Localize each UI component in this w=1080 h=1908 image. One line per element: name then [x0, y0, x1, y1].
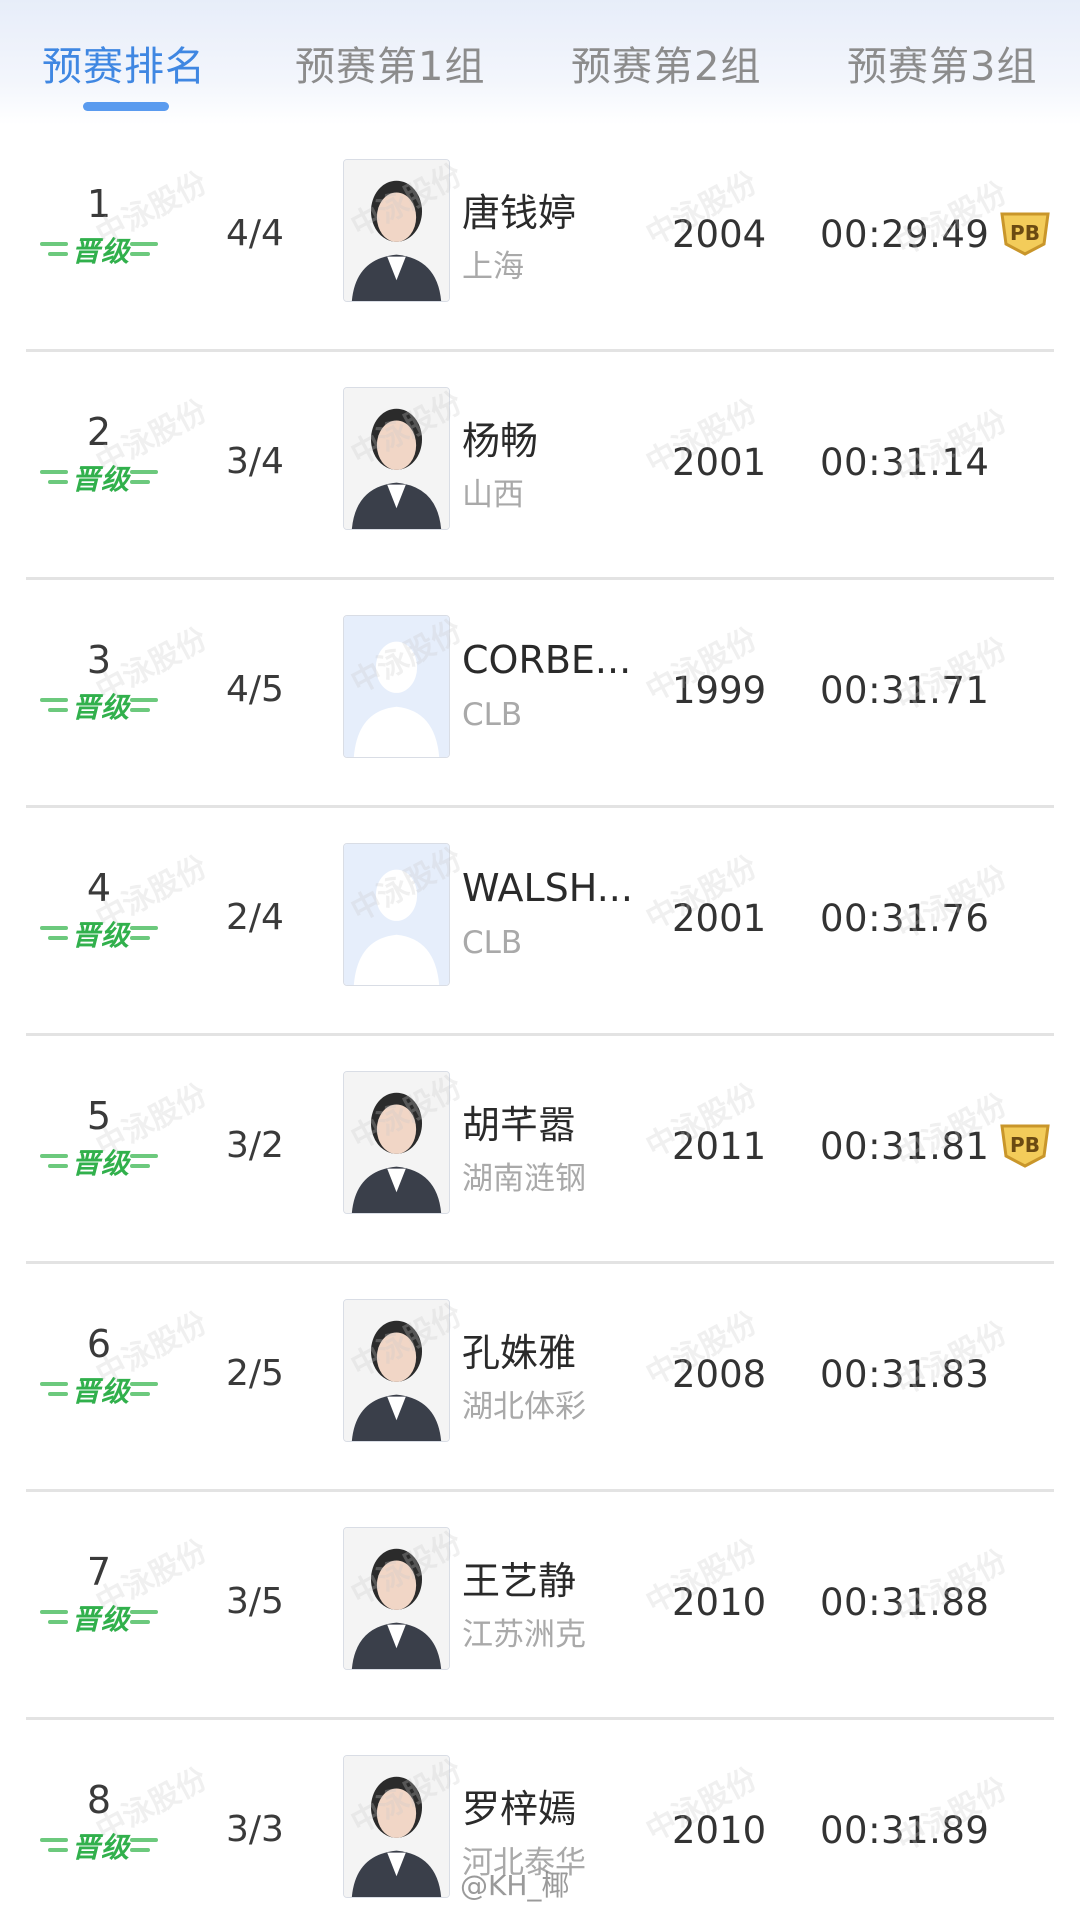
rank-number: 1 — [86, 182, 112, 226]
race-time: 00:31.88 — [820, 1581, 990, 1624]
athlete-photo[interactable] — [343, 1299, 450, 1442]
athlete-team: 湖北体彩 — [462, 1389, 586, 1425]
birth-year: 2004 — [672, 213, 767, 256]
athlete-photo[interactable] — [343, 159, 450, 302]
table-row[interactable]: 7 晋级 3/5 王艺静 江苏洲克 2010 00:31.88 中泳股份 中泳股… — [0, 1492, 1080, 1720]
birth-year: 2001 — [672, 897, 767, 940]
qualified-label: 晋级 — [71, 919, 130, 952]
qualified-label: 晋级 — [71, 1147, 130, 1180]
race-time: 00:29.49 — [820, 213, 990, 256]
athlete-team: CLB — [462, 697, 523, 733]
rank-number: 4 — [86, 866, 112, 910]
table-row[interactable]: 1 晋级 4/4 唐钱婷 上海 2004 00:29.49 PB 中泳股份 中泳… — [0, 124, 1080, 352]
rank-number: 7 — [86, 1550, 112, 1594]
table-row[interactable]: 4 晋级 2/4 WALSH... CLB 2001 00:31.76 中泳股份… — [0, 808, 1080, 1036]
rank-number: 2 — [86, 410, 112, 454]
tab-bar: 预赛排名 预赛第1组 预赛第2组 预赛第3组 — [0, 0, 1080, 125]
athlete-team: 山西 — [462, 477, 524, 513]
race-time: 00:31.14 — [820, 441, 990, 484]
athlete-photo[interactable] — [343, 1755, 450, 1898]
qualified-badge: 晋级 — [40, 686, 158, 728]
birth-year: 2010 — [672, 1809, 767, 1852]
athlete-photo-image — [344, 388, 449, 529]
heat-lane: 2/4 — [226, 897, 284, 938]
tab-prelim-heat-1[interactable]: 预赛第1组 — [295, 34, 485, 92]
qualified-label: 晋级 — [71, 463, 130, 496]
pb-label: PB — [1010, 221, 1040, 245]
qualified-badge: 晋级 — [40, 458, 158, 500]
default-avatar-image — [344, 616, 449, 757]
qualified-badge: 晋级 — [40, 914, 158, 956]
race-time: 00:31.76 — [820, 897, 990, 940]
athlete-team: 江苏洲克 — [462, 1617, 586, 1653]
athlete-name[interactable]: 孔姝雅 — [462, 1322, 632, 1377]
athlete-name[interactable]: WALSH... — [462, 866, 632, 910]
heat-lane: 3/5 — [226, 1581, 284, 1622]
birth-year: 1999 — [672, 669, 767, 712]
athlete-team: 湖南涟钢 — [462, 1161, 586, 1197]
table-row[interactable]: 5 晋级 3/2 胡芊嚣 湖南涟钢 2011 00:31.81 PB 中泳股份 … — [0, 1036, 1080, 1264]
pb-badge-icon: PB — [996, 208, 1054, 256]
athlete-photo-image — [344, 1756, 449, 1897]
race-time: 00:31.81 — [820, 1125, 990, 1168]
qualified-badge: 晋级 — [40, 1370, 158, 1412]
athlete-photo-image — [344, 160, 449, 301]
active-tab-indicator — [83, 102, 169, 111]
athlete-photo-image — [344, 1072, 449, 1213]
athlete-name[interactable]: 杨畅 — [462, 410, 632, 465]
athlete-name[interactable]: 胡芊嚣 — [462, 1094, 632, 1149]
birth-year: 2008 — [672, 1353, 767, 1396]
birth-year: 2010 — [672, 1581, 767, 1624]
qualified-label: 晋级 — [71, 1603, 130, 1636]
athlete-name[interactable]: 王艺静 — [462, 1550, 632, 1605]
athlete-photo[interactable] — [343, 843, 450, 986]
athlete-name[interactable]: 唐钱婷 — [462, 182, 632, 237]
birth-year: 2001 — [672, 441, 767, 484]
pb-badge-icon: PB — [996, 1120, 1054, 1168]
heat-lane: 4/5 — [226, 669, 284, 710]
tab-prelim-ranking[interactable]: 预赛排名 — [42, 34, 206, 92]
qualified-badge: 晋级 — [40, 1142, 158, 1184]
pb-label: PB — [1010, 1133, 1040, 1157]
qualified-label: 晋级 — [71, 691, 130, 724]
tab-prelim-heat-2[interactable]: 预赛第2组 — [571, 34, 761, 92]
rank-number: 6 — [86, 1322, 112, 1366]
athlete-photo-image — [344, 1300, 449, 1441]
heat-lane: 3/3 — [226, 1809, 284, 1850]
athlete-team: CLB — [462, 925, 523, 961]
qualified-label: 晋级 — [71, 1375, 130, 1408]
qualified-label: 晋级 — [71, 235, 130, 268]
birth-year: 2011 — [672, 1125, 767, 1168]
qualified-badge: 晋级 — [40, 1598, 158, 1640]
race-time: 00:31.83 — [820, 1353, 990, 1396]
table-row[interactable]: 2 晋级 3/4 杨畅 山西 2001 00:31.14 中泳股份 中泳股份 中… — [0, 352, 1080, 580]
athlete-team: 上海 — [462, 249, 524, 285]
footer-watermark: @KH_椰 — [460, 1869, 570, 1902]
race-time: 00:31.71 — [820, 669, 990, 712]
default-avatar-image — [344, 844, 449, 985]
tab-prelim-heat-3[interactable]: 预赛第3组 — [847, 34, 1037, 92]
athlete-photo[interactable] — [343, 1527, 450, 1670]
heat-lane: 3/4 — [226, 441, 284, 482]
rank-number: 3 — [86, 638, 112, 682]
rank-number: 5 — [86, 1094, 112, 1138]
table-row[interactable]: 3 晋级 4/5 CORBE... CLB 1999 00:31.71 中泳股份… — [0, 580, 1080, 808]
athlete-photo[interactable] — [343, 615, 450, 758]
race-time: 00:31.89 — [820, 1809, 990, 1852]
athlete-name[interactable]: CORBE... — [462, 638, 632, 682]
rank-number: 8 — [86, 1778, 112, 1822]
qualified-badge: 晋级 — [40, 230, 158, 272]
heat-lane: 3/2 — [226, 1125, 284, 1166]
heat-lane: 2/5 — [226, 1353, 284, 1394]
athlete-photo-image — [344, 1528, 449, 1669]
athlete-photo[interactable] — [343, 1071, 450, 1214]
table-row[interactable]: 6 晋级 2/5 孔姝雅 湖北体彩 2008 00:31.83 中泳股份 中泳股… — [0, 1264, 1080, 1492]
heat-lane: 4/4 — [226, 213, 284, 254]
athlete-photo[interactable] — [343, 387, 450, 530]
qualified-label: 晋级 — [71, 1831, 130, 1864]
athlete-name[interactable]: 罗梓嫣 — [462, 1778, 632, 1833]
qualified-badge: 晋级 — [40, 1826, 158, 1868]
